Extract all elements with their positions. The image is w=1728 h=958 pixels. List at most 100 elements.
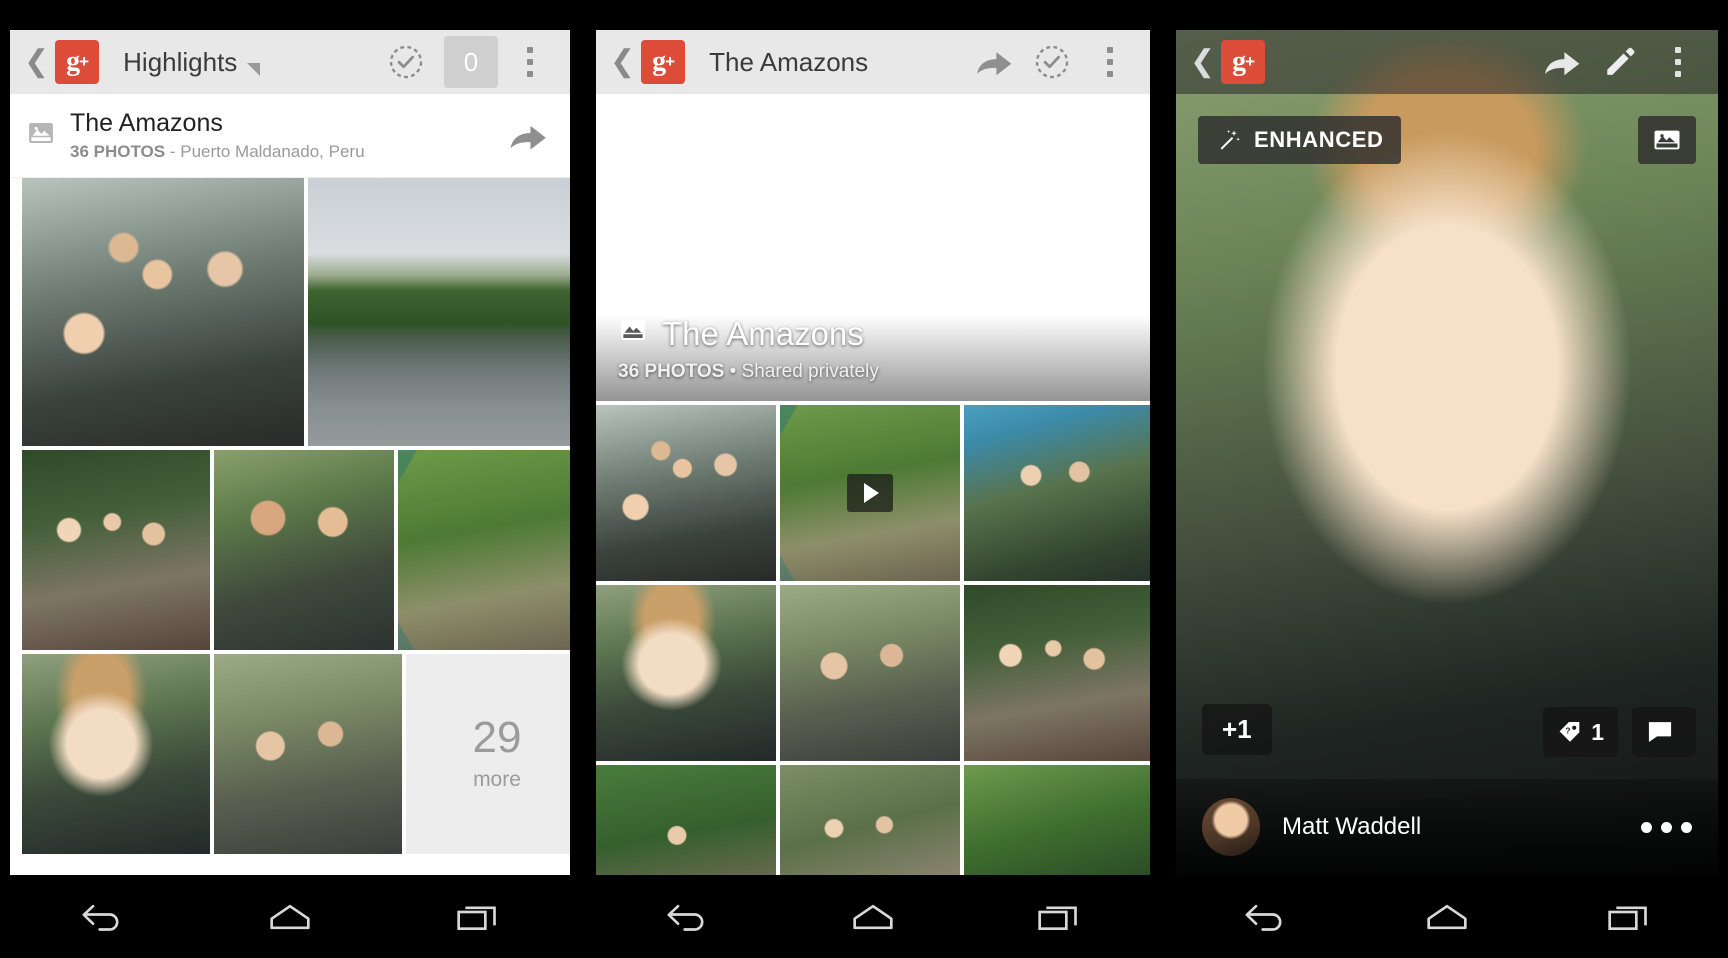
hero-privacy: Shared privately [741,361,879,382]
photo-woman-portrait[interactable] [22,654,210,854]
logo-plus: + [79,52,89,71]
kebab-dots [515,45,545,79]
kebab-menu-icon[interactable] [1084,36,1136,88]
hero-subtitle: 36 PHOTOS • Shared privately [618,361,1128,383]
hero-photo-count: 36 PHOTOS [618,361,725,382]
photo-badges: ? 1 [1543,707,1696,757]
recents-nav-icon[interactable] [1003,887,1113,947]
recents-nav-icon[interactable] [422,887,532,947]
logo-letter: g [1232,46,1246,77]
hero-separator: • [724,361,742,382]
photo-woman-portrait[interactable] [596,585,776,761]
chevron-left-icon[interactable]: ❮ [24,47,49,77]
google-plus-logo[interactable]: g + [1221,40,1266,84]
photo-river-reflection[interactable] [308,178,570,446]
album-separator: - [165,141,181,161]
share-arrow-icon[interactable] [1536,36,1588,88]
photo-album-icon [26,118,56,153]
recents-nav-icon[interactable] [1573,887,1683,947]
actionbar-viewer: ❮ g + [1176,30,1718,94]
kebab-dots [1663,45,1693,79]
photo-thumbnail [22,178,304,446]
photo-thumbnail [964,765,1150,875]
photo-thumbnail [214,654,402,854]
three-dots-icon[interactable] [1641,821,1692,833]
pencil-icon[interactable] [1594,36,1646,88]
album-summary-row[interactable]: The Amazons 36 PHOTOS - Puerto Maldanado… [10,94,570,178]
user-avatar[interactable] [1202,798,1260,856]
album-title: The Amazons [70,109,223,138]
photo-jungle-canopy[interactable] [964,765,1150,875]
back-nav-icon[interactable] [633,887,743,947]
photo-thumbnail [308,178,570,446]
album-hero-banner[interactable]: The Amazons 36 PHOTOS • Shared privately [596,94,1150,401]
video-play-icon [847,474,893,512]
android-navbar [596,875,1150,958]
actionbar-album: ❮ g + The Amazons [596,30,1150,94]
photo-viewer[interactable]: ❮ g + ENHANCED +1 ? 1 Matt Waddell [1176,30,1718,875]
svg-text:?: ? [1565,726,1570,736]
kebab-menu-icon[interactable] [504,36,556,88]
photo-thumbnail [964,585,1150,761]
photo-two-men-boat[interactable] [214,450,394,650]
home-nav-icon[interactable] [235,887,345,947]
share-arrow-icon[interactable] [968,36,1020,88]
caret-down-icon[interactable] [247,62,261,76]
photo-thumbnail [596,765,776,875]
share-arrow-icon[interactable] [502,110,554,162]
selection-count-chip[interactable]: 0 [444,36,498,88]
photo-group-poles[interactable] [964,585,1150,761]
check-circle-dashed-icon[interactable] [380,36,432,88]
logo-letter: g [652,46,666,77]
album-meta: The Amazons 36 PHOTOS - Puerto Maldanado… [70,109,365,162]
photo-two-guys-cap[interactable] [780,585,960,761]
plus-one-label: +1 [1222,714,1252,744]
photo-raft-two-men[interactable] [964,405,1150,581]
phone-screen-album: ❮ g + The Amazons The Amazons 36 PHOTOS … [586,0,1158,958]
home-nav-icon[interactable] [818,887,928,947]
actionbar-highlights: ❮ g + Highlights 0 [10,30,570,94]
photo-walkers-trail[interactable] [780,765,960,875]
enhanced-chip[interactable]: ENHANCED [1198,116,1402,164]
logo-plus: + [1245,52,1255,71]
filmstrip-button[interactable] [1638,116,1696,164]
photo-thumbnail [398,450,570,650]
comment-bubble-icon [1648,722,1672,743]
photo-thumbnail [780,765,960,875]
photo-album-icon [618,315,648,353]
screenshot-stage: ❮ g + Highlights 0 The Amazons 36 PHOTOS… [0,0,1728,958]
plus-one-button[interactable]: +1 [1202,704,1272,755]
photo-thumbnail [780,585,960,761]
tag-badge[interactable]: ? 1 [1543,707,1618,757]
hero-overlay: The Amazons 36 PHOTOS • Shared privately [596,315,1150,401]
page-title: The Amazons [709,46,869,77]
kebab-menu-icon[interactable] [1652,36,1704,88]
more-count: 29 [472,713,522,762]
album-photo-count: 36 PHOTOS [70,141,166,161]
back-nav-icon[interactable] [1211,887,1321,947]
photo-thumbnail [214,450,394,650]
photo-two-guys-cap[interactable] [214,654,402,854]
home-nav-icon[interactable] [1392,887,1502,947]
enhanced-label: ENHANCED [1254,127,1384,152]
photo-thumbnail [596,585,776,761]
hero-album-title: The Amazons [662,315,864,352]
tag-count: 1 [1591,718,1604,745]
photo-group-on-stairs[interactable] [22,450,210,650]
chevron-left-icon[interactable]: ❮ [1190,47,1215,77]
back-nav-icon[interactable] [48,887,158,947]
comment-badge[interactable] [1632,707,1696,757]
check-circle-dashed-icon[interactable] [1026,36,1078,88]
more-photos-tile[interactable]: 29 more [406,654,570,854]
android-navbar [10,875,570,958]
google-plus-logo[interactable]: g + [55,40,100,84]
filmstrip-icon [1654,130,1680,150]
photo-bridge-stretch[interactable] [398,450,570,650]
photo-group-selfie[interactable] [596,405,776,581]
photo-bridge-video[interactable] [780,405,960,581]
google-plus-logo[interactable]: g + [641,40,686,84]
photo-man-canoe[interactable] [596,765,776,875]
chevron-left-icon[interactable]: ❮ [610,47,635,77]
photo-group-selfie[interactable] [22,178,304,446]
logo-letter: g [66,46,80,77]
